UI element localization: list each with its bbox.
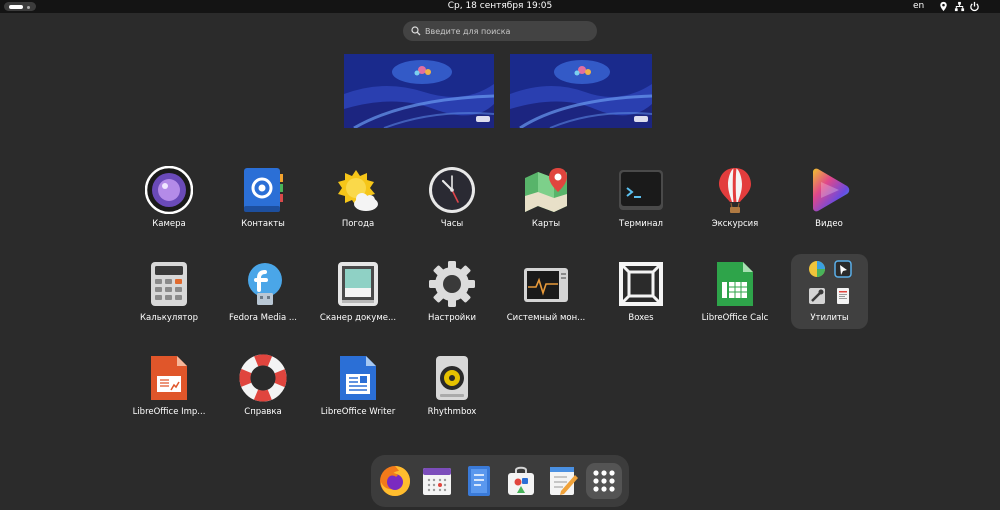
system-monitor-icon bbox=[524, 268, 568, 302]
app-label: Часы bbox=[440, 219, 464, 229]
app-label: Карты bbox=[531, 219, 561, 229]
calculator-icon bbox=[151, 262, 187, 306]
dock bbox=[371, 455, 629, 507]
app-label: Справка bbox=[244, 407, 282, 417]
app-document-scanner[interactable]: Сканер докуме... bbox=[313, 260, 403, 342]
app-weather[interactable]: Погода bbox=[313, 166, 403, 248]
app-libreoffice-impress[interactable]: LibreOffice Imp... bbox=[124, 354, 214, 436]
app-rhythmbox[interactable]: Rhythmbox bbox=[407, 354, 497, 436]
app-boxes[interactable]: Boxes bbox=[596, 260, 686, 342]
maps-icon bbox=[525, 168, 567, 212]
text-editor-icon[interactable] bbox=[461, 463, 497, 499]
folder-label: Утилиты bbox=[810, 313, 849, 323]
libreoffice-writer-icon bbox=[340, 356, 376, 400]
search-icon bbox=[411, 26, 421, 36]
document-scanner-icon bbox=[338, 262, 378, 306]
app-tour[interactable]: Экскурсия bbox=[690, 166, 780, 248]
show-apps-icon bbox=[593, 470, 615, 492]
clock-icon bbox=[429, 167, 475, 213]
disk-usage-icon bbox=[809, 261, 825, 277]
fedora-wallpaper bbox=[344, 54, 494, 128]
screenshot-icon bbox=[834, 260, 852, 278]
app-settings[interactable]: Настройки bbox=[407, 260, 497, 342]
app-libreoffice-calc[interactable]: LibreOffice Calc bbox=[690, 260, 780, 342]
settings-icon bbox=[429, 261, 475, 307]
firefox-icon[interactable] bbox=[377, 463, 413, 499]
contacts-icon bbox=[244, 168, 283, 212]
power-icon[interactable] bbox=[969, 1, 980, 12]
help-icon bbox=[239, 354, 287, 402]
software-icon[interactable] bbox=[503, 463, 539, 499]
rhythmbox-icon bbox=[436, 356, 468, 400]
datetime-clock[interactable]: Ср, 18 сентября 19:05 bbox=[0, 1, 1000, 12]
weather-icon bbox=[338, 170, 378, 211]
app-contacts[interactable]: Контакты bbox=[218, 166, 308, 248]
keyboard-layout-indicator[interactable]: en bbox=[913, 1, 924, 12]
location-icon[interactable] bbox=[938, 1, 949, 12]
camera-icon bbox=[145, 166, 193, 214]
tour-icon bbox=[719, 167, 751, 213]
app-system-monitor[interactable]: Системный мон... bbox=[501, 260, 591, 342]
folder-utilities[interactable]: Утилиты bbox=[791, 254, 868, 329]
app-label: Сканер докуме... bbox=[319, 313, 397, 323]
app-camera[interactable]: Камера bbox=[124, 166, 214, 248]
search-input[interactable] bbox=[425, 24, 585, 38]
app-label: Контакты bbox=[241, 219, 285, 229]
app-libreoffice-writer[interactable]: LibreOffice Writer bbox=[313, 354, 403, 436]
app-videos[interactable]: Видео bbox=[784, 166, 874, 248]
video-icon bbox=[813, 168, 850, 212]
terminal-icon bbox=[619, 170, 663, 210]
app-help[interactable]: Справка bbox=[218, 354, 308, 436]
app-terminal[interactable]: Терминал bbox=[596, 166, 686, 248]
top-bar: Ср, 18 сентября 19:05 en bbox=[0, 0, 1000, 13]
search-bar[interactable] bbox=[403, 21, 597, 41]
workspace-thumbnail-2[interactable] bbox=[510, 54, 652, 128]
app-label: LibreOffice Calc bbox=[701, 313, 769, 323]
libreoffice-calc-icon bbox=[717, 262, 753, 306]
app-label: Настройки bbox=[427, 313, 476, 323]
app-label: Терминал bbox=[619, 219, 663, 229]
libreoffice-impress-icon bbox=[151, 356, 187, 400]
app-fedora-media-writer[interactable]: Fedora Media ... bbox=[218, 260, 308, 342]
document-viewer-icon bbox=[837, 288, 849, 304]
app-calculator[interactable]: Калькулятор bbox=[124, 260, 214, 342]
app-maps[interactable]: Карты bbox=[501, 166, 591, 248]
fedora-wallpaper bbox=[510, 54, 652, 128]
app-label: Fedora Media ... bbox=[229, 313, 297, 323]
app-label: Калькулятор bbox=[140, 313, 198, 323]
app-label: Видео bbox=[815, 219, 843, 229]
calendar-icon[interactable] bbox=[419, 463, 455, 499]
notes-icon[interactable] bbox=[545, 463, 581, 499]
app-label: Rhythmbox bbox=[427, 407, 477, 417]
app-label: LibreOffice Imp... bbox=[132, 407, 206, 417]
app-label: Системный мон... bbox=[506, 313, 586, 323]
app-clocks[interactable]: Часы bbox=[407, 166, 497, 248]
workspace-thumbnail-1[interactable] bbox=[344, 54, 494, 128]
show-apps-button[interactable] bbox=[586, 463, 622, 499]
app-label: Экскурсия bbox=[711, 219, 759, 229]
tweaks-icon bbox=[809, 288, 825, 304]
app-label: Погода bbox=[341, 219, 375, 229]
app-label: Boxes bbox=[628, 313, 654, 323]
app-label: LibreOffice Writer bbox=[320, 407, 396, 417]
boxes-icon bbox=[619, 262, 663, 306]
app-label: Камера bbox=[152, 219, 186, 229]
network-icon[interactable] bbox=[954, 1, 965, 12]
fedora-media-writer-icon bbox=[248, 263, 282, 305]
